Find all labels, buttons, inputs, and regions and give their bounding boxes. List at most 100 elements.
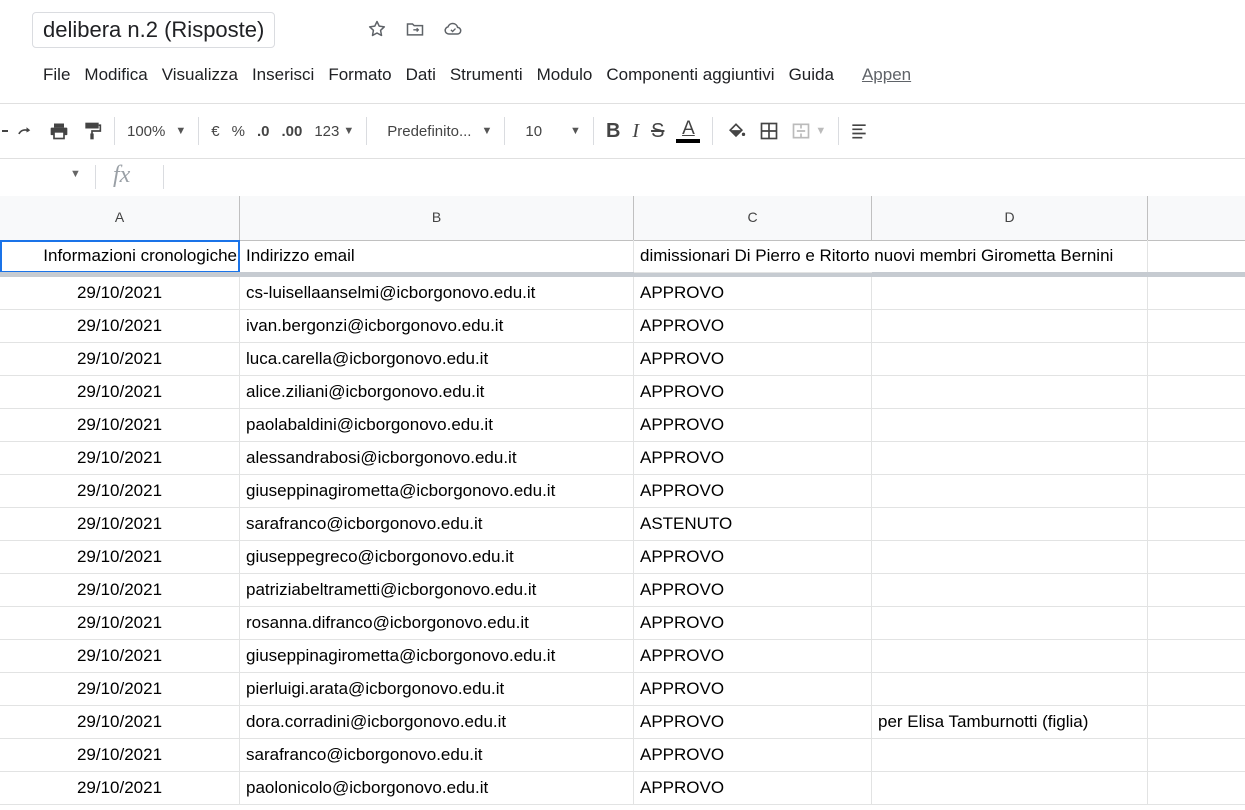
note-cell[interactable] <box>872 607 1148 640</box>
vote-cell[interactable]: APPROVO <box>634 673 872 706</box>
email-cell[interactable]: alice.ziliani@icborgonovo.edu.it <box>240 376 634 409</box>
email-cell[interactable]: paolabaldini@icborgonovo.edu.it <box>240 409 634 442</box>
note-cell[interactable] <box>872 673 1148 706</box>
note-cell[interactable] <box>872 343 1148 376</box>
empty-cell[interactable] <box>1148 409 1245 442</box>
vote-cell[interactable]: APPROVO <box>634 772 872 805</box>
decrease-decimals-button[interactable]: .0 <box>251 113 276 149</box>
date-cell[interactable]: 29/10/2021 <box>0 277 240 310</box>
empty-cell[interactable] <box>1148 442 1245 475</box>
date-cell[interactable]: 29/10/2021 <box>0 706 240 739</box>
empty-cell[interactable] <box>1148 508 1245 541</box>
email-cell[interactable]: sarafranco@icborgonovo.edu.it <box>240 508 634 541</box>
increase-decimals-button[interactable]: .00 <box>275 113 308 149</box>
date-cell[interactable]: 29/10/2021 <box>0 376 240 409</box>
cloud-status-icon[interactable] <box>440 16 466 42</box>
empty-cell[interactable] <box>1148 475 1245 508</box>
vote-cell[interactable]: APPROVO <box>634 541 872 574</box>
note-cell[interactable] <box>872 310 1148 343</box>
menu-dati[interactable]: Dati <box>399 60 443 90</box>
undo-icon[interactable] <box>0 113 8 149</box>
menu-modifica[interactable]: Modifica <box>77 60 154 90</box>
menu-formato[interactable]: Formato <box>321 60 398 90</box>
vote-cell[interactable]: APPROVO <box>634 277 872 310</box>
note-cell[interactable] <box>872 541 1148 574</box>
vote-cell[interactable]: APPROVO <box>634 574 872 607</box>
header-cell-c[interactable]: dimissionari Di Pierro e Ritorto nuovi m… <box>634 240 1113 273</box>
header-cell-a[interactable]: Informazioni cronologiche <box>0 240 240 273</box>
email-cell[interactable]: rosanna.difranco@icborgonovo.edu.it <box>240 607 634 640</box>
empty-cell[interactable] <box>1148 640 1245 673</box>
email-cell[interactable]: giuseppinagirometta@icborgonovo.edu.it <box>240 475 634 508</box>
date-cell[interactable]: 29/10/2021 <box>0 673 240 706</box>
date-cell[interactable]: 29/10/2021 <box>0 310 240 343</box>
empty-cell[interactable] <box>1148 541 1245 574</box>
note-cell[interactable] <box>872 508 1148 541</box>
note-cell[interactable] <box>872 574 1148 607</box>
vote-cell[interactable]: APPROVO <box>634 310 872 343</box>
header-cell-e[interactable] <box>1148 240 1245 273</box>
vote-cell[interactable]: APPROVO <box>634 343 872 376</box>
menu-file[interactable]: File <box>36 60 77 90</box>
empty-cell[interactable] <box>1148 739 1245 772</box>
menu-modulo[interactable]: Modulo <box>530 60 600 90</box>
menu-visualizza[interactable]: Visualizza <box>155 60 245 90</box>
empty-cell[interactable] <box>1148 772 1245 805</box>
empty-cell[interactable] <box>1148 277 1245 310</box>
column-header-e[interactable] <box>1148 196 1245 240</box>
email-cell[interactable]: alessandrabosi@icborgonovo.edu.it <box>240 442 634 475</box>
text-color-button[interactable]: A <box>670 113 706 149</box>
menu-inserisci[interactable]: Inserisci <box>245 60 321 90</box>
merge-cells-icon[interactable]: ▼ <box>785 113 832 149</box>
note-cell[interactable] <box>872 376 1148 409</box>
date-cell[interactable]: 29/10/2021 <box>0 574 240 607</box>
date-cell[interactable]: 29/10/2021 <box>0 640 240 673</box>
fill-color-icon[interactable] <box>719 113 753 149</box>
note-cell[interactable]: per Elisa Tamburnotti (figlia) <box>872 706 1148 739</box>
date-cell[interactable]: 29/10/2021 <box>0 772 240 805</box>
note-cell[interactable] <box>872 442 1148 475</box>
menu-guida[interactable]: Guida <box>782 60 841 90</box>
menu-componenti-aggiuntivi[interactable]: Componenti aggiuntivi <box>599 60 781 90</box>
vote-cell[interactable]: ASTENUTO <box>634 508 872 541</box>
empty-cell[interactable] <box>1148 706 1245 739</box>
date-cell[interactable]: 29/10/2021 <box>0 607 240 640</box>
strikethrough-button[interactable]: S <box>645 113 670 149</box>
vote-cell[interactable]: APPROVO <box>634 607 872 640</box>
vote-cell[interactable]: APPROVO <box>634 706 872 739</box>
email-cell[interactable]: sarafranco@icborgonovo.edu.it <box>240 739 634 772</box>
borders-icon[interactable] <box>753 113 785 149</box>
email-cell[interactable]: paolonicolo@icborgonovo.edu.it <box>240 772 634 805</box>
date-cell[interactable]: 29/10/2021 <box>0 343 240 376</box>
empty-cell[interactable] <box>1148 607 1245 640</box>
font-family-select[interactable]: Predefinito... ▼ <box>373 113 498 149</box>
align-left-icon[interactable] <box>845 113 873 149</box>
font-size-select[interactable]: 10 ▼ <box>511 113 587 149</box>
date-cell[interactable]: 29/10/2021 <box>0 739 240 772</box>
currency-format-button[interactable]: € <box>205 113 225 149</box>
note-cell[interactable] <box>872 772 1148 805</box>
email-cell[interactable]: cs-luisellaanselmi@icborgonovo.edu.it <box>240 277 634 310</box>
email-cell[interactable]: giuseppegreco@icborgonovo.edu.it <box>240 541 634 574</box>
email-cell[interactable]: dora.corradini@icborgonovo.edu.it <box>240 706 634 739</box>
last-edit-link[interactable]: Appen <box>855 60 918 90</box>
print-icon[interactable] <box>42 113 76 149</box>
vote-cell[interactable]: APPROVO <box>634 376 872 409</box>
vote-cell[interactable]: APPROVO <box>634 442 872 475</box>
move-to-folder-icon[interactable] <box>402 16 428 42</box>
header-cell-b[interactable]: Indirizzo email <box>240 240 634 273</box>
more-formats-button[interactable]: 123 ▼ <box>308 113 360 149</box>
note-cell[interactable] <box>872 475 1148 508</box>
email-cell[interactable]: pierluigi.arata@icborgonovo.edu.it <box>240 673 634 706</box>
paint-format-icon[interactable] <box>76 113 108 149</box>
email-cell[interactable]: giuseppinagirometta@icborgonovo.edu.it <box>240 640 634 673</box>
vote-cell[interactable]: APPROVO <box>634 475 872 508</box>
document-title[interactable]: delibera n.2 (Risposte) <box>32 12 276 48</box>
date-cell[interactable]: 29/10/2021 <box>0 508 240 541</box>
column-header-d[interactable]: D <box>872 196 1148 240</box>
column-header-c[interactable]: C <box>634 196 872 240</box>
note-cell[interactable] <box>872 277 1148 310</box>
italic-button[interactable]: I <box>626 113 645 149</box>
vote-cell[interactable]: APPROVO <box>634 739 872 772</box>
redo-icon[interactable] <box>8 113 42 149</box>
